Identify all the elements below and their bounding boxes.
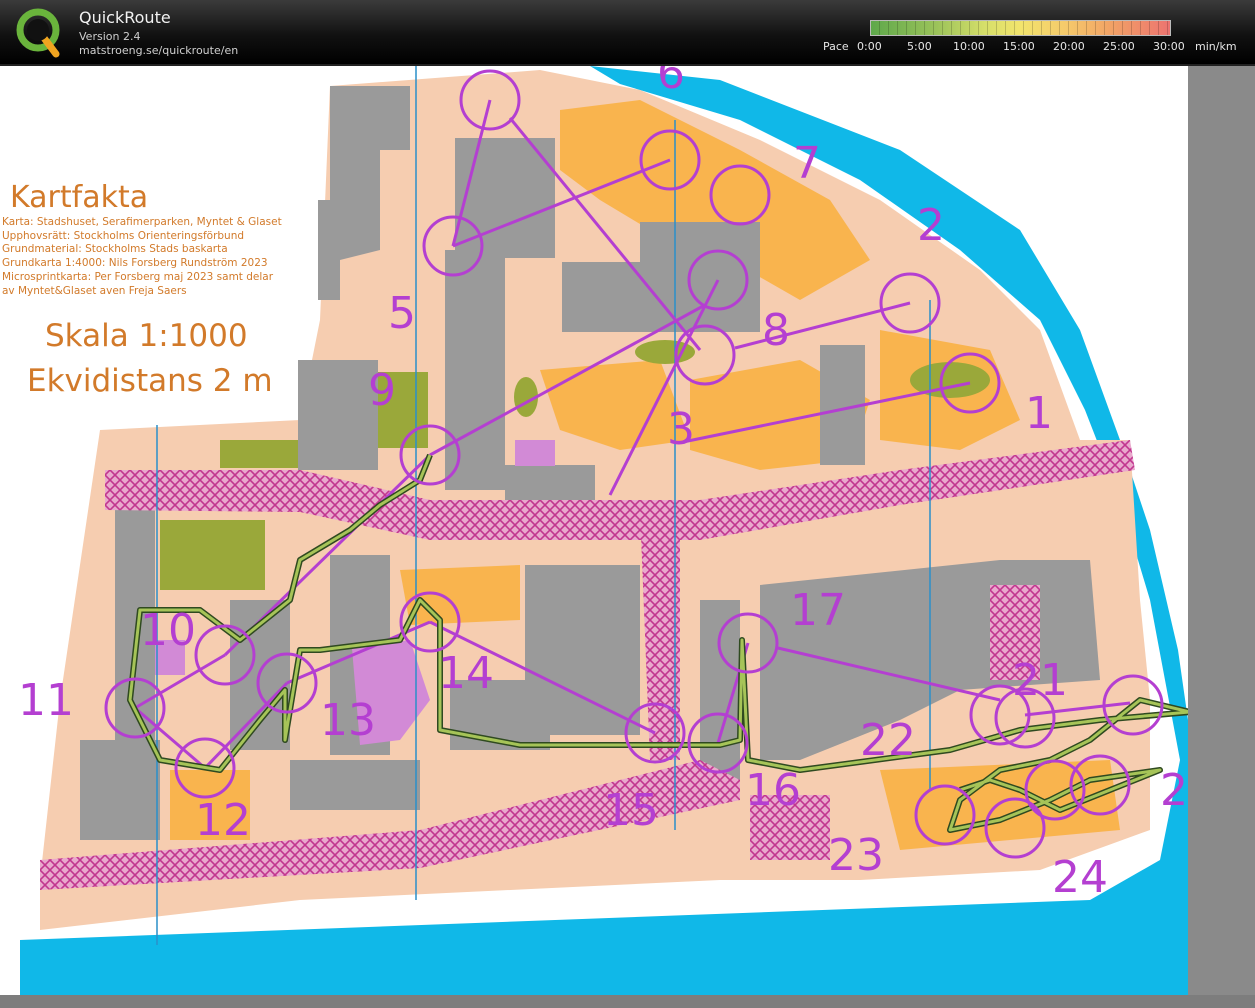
- control-label: 20: [1160, 765, 1188, 816]
- control-label: 8: [762, 305, 790, 356]
- control-label: 2: [917, 200, 945, 251]
- pace-tick: 25:00: [1103, 40, 1135, 53]
- quickroute-logo-icon: [16, 8, 60, 58]
- app-version: Version 2.4: [79, 30, 141, 43]
- map-info-line: Grundkarta 1:4000: Nils Forsberg Rundstr…: [2, 257, 268, 270]
- pace-scale-ticks: [871, 21, 1170, 35]
- pace-label: Pace: [823, 40, 849, 53]
- control-label: 16: [745, 765, 801, 816]
- vertical-scrollbar[interactable]: [1188, 66, 1255, 995]
- map-info-line: Microsprintkarta: Per Forsberg maj 2023 …: [2, 270, 274, 283]
- building: [290, 760, 420, 810]
- pace-tick: 15:00: [1003, 40, 1035, 53]
- map-info-line: Karta: Stadshuset, Serafimerparken, Mynt…: [2, 216, 282, 228]
- map-contour-interval: Ekvidistans 2 m: [27, 363, 273, 399]
- special-area: [515, 440, 555, 466]
- vegetation: [160, 520, 265, 590]
- map-info-line: av Myntet&Glaset aven Freja Saers: [2, 284, 187, 297]
- map-info-line: Upphovsrätt: Stockholms Orienteringsförb…: [2, 229, 245, 242]
- control-label: 14: [438, 648, 494, 699]
- control-label: 21: [1012, 655, 1068, 706]
- app-title: QuickRoute: [79, 8, 171, 27]
- pace-tick: 10:00: [953, 40, 985, 53]
- building: [298, 360, 378, 470]
- pace-unit: min/km: [1195, 40, 1237, 53]
- map-info-title: Kartfakta: [10, 180, 149, 215]
- app-url[interactable]: matstroeng.se/quickroute/en: [79, 44, 238, 57]
- control-label: 1: [1025, 388, 1053, 439]
- pace-tick: 20:00: [1053, 40, 1085, 53]
- pace-tick: 30:00: [1153, 40, 1185, 53]
- control-label: 17: [790, 585, 846, 636]
- control-label: 5: [388, 288, 416, 339]
- map-info-box: Kartfakta Karta: Stadshuset, Serafimerpa…: [2, 180, 292, 298]
- pace-tick: 5:00: [907, 40, 932, 53]
- control-label: 6: [657, 66, 685, 99]
- control-label: 11: [18, 675, 74, 726]
- control-label: 24: [1052, 852, 1108, 903]
- horizontal-scrollbar[interactable]: [0, 995, 1255, 1008]
- control-label: 7: [793, 138, 821, 189]
- pace-color-scale: [870, 20, 1171, 36]
- control-label: 9: [368, 365, 396, 416]
- control-label: 3: [667, 404, 695, 455]
- control-label: 10: [140, 605, 196, 656]
- vegetation: [220, 440, 300, 468]
- control-label: 15: [603, 785, 659, 836]
- building: [80, 740, 160, 840]
- map-scale: Skala 1:1000: [45, 318, 248, 354]
- control-label: 23: [828, 830, 884, 881]
- map-canvas[interactable]: 1 2 3 5 6 7 8 9 10 11 12 13 14 15 16 17 …: [0, 66, 1188, 995]
- control-label: 12: [195, 795, 251, 846]
- map-info-line: Grundmaterial: Stockholms Stads baskarta: [2, 243, 228, 256]
- title-bar: QuickRoute Version 2.4 matstroeng.se/qui…: [0, 0, 1255, 66]
- control-label: 13: [320, 695, 376, 746]
- pace-tick: 0:00: [857, 40, 882, 53]
- control-label: 22: [860, 715, 916, 766]
- building: [445, 250, 505, 490]
